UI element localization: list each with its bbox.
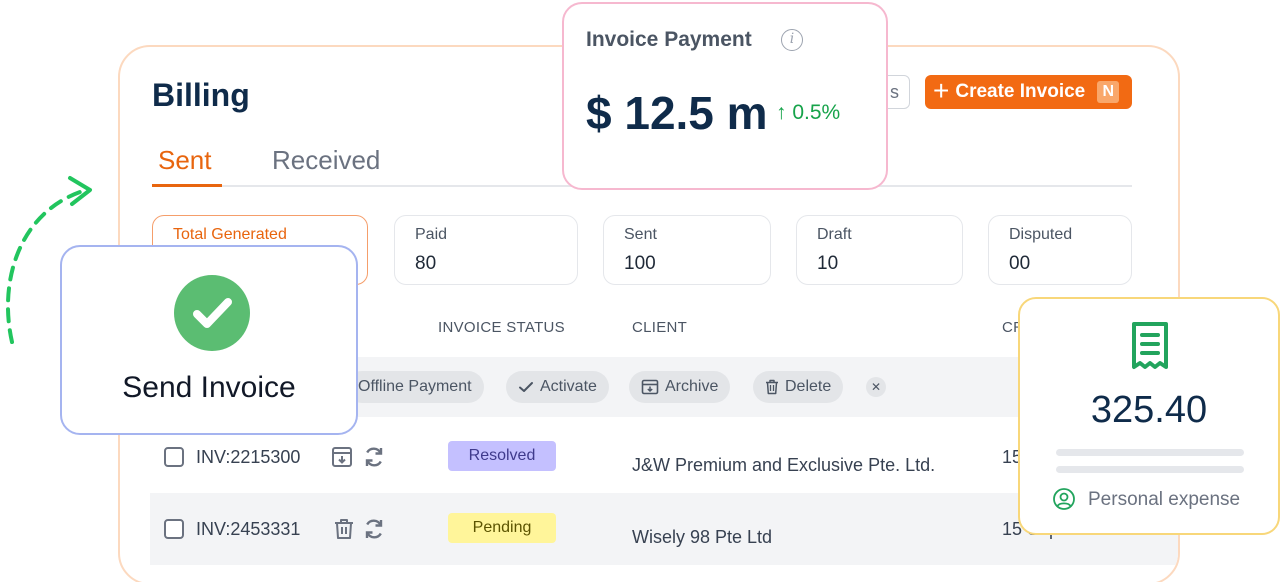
stat-label: Draft [817,226,852,243]
placeholder-line [1056,449,1244,456]
create-invoice-button[interactable]: + Create Invoice N [925,75,1132,109]
refresh-icon[interactable] [362,445,386,469]
payment-amount: $ 12.5 m [586,87,768,139]
chip-label: Activate [540,378,597,395]
stat-value: 00 [1009,253,1031,274]
expense-category-label: Personal expense [1088,489,1241,510]
archive-icon [641,379,659,395]
archive-button[interactable]: Archive [629,371,731,403]
arrow-up-icon: ↑ [776,101,787,124]
payment-trend: ↑ 0.5% [776,101,840,125]
stat-disputed[interactable]: Disputed 00 [988,215,1132,285]
plus-icon: + [933,74,950,106]
check-icon [519,382,533,392]
invoice-id: INV:2215300 [196,447,301,467]
tab-received[interactable]: Received [272,145,380,187]
check-circle-icon [174,275,250,351]
invoice-id: INV:2453331 [196,519,301,539]
chip-label: Offline Payment [358,378,472,395]
row-checkbox[interactable] [164,447,184,467]
stat-value: 10 [817,253,839,274]
stat-label: Paid [415,226,448,243]
payment-card-title: Invoice Payment [586,28,752,51]
expense-card: 325.40 Personal expense [1018,297,1280,535]
stat-value: 80 [415,253,437,274]
shortcut-key-badge: N [1097,81,1120,103]
client-name: J&W Premium and Exclusive Pte. Ltd. [632,455,936,475]
user-circle-icon [1053,488,1075,510]
expense-amount: 325.40 [1090,389,1208,431]
trend-value: 0.5% [792,101,841,124]
chip-label: Delete [785,378,832,395]
archive-icon[interactable] [330,445,354,469]
column-header-client[interactable]: CLIENT [632,319,687,336]
send-invoice-label: Send Invoice [122,371,296,404]
receipt-icon [1132,322,1168,369]
info-icon[interactable]: i [781,29,803,51]
stat-value: 100 [624,253,656,274]
invoice-payment-card: Invoice Payment i $ 12.5 m ↑ 0.5% [562,2,888,190]
row-checkbox[interactable] [164,519,184,539]
clear-selection-button[interactable]: ✕ [866,377,886,397]
tab-sent[interactable]: Sent [152,145,222,187]
stat-paid[interactable]: Paid 80 [394,215,578,285]
chip-label: Archive [665,378,719,395]
send-invoice-card[interactable]: Send Invoice [60,245,358,435]
page-title: Billing [152,77,250,113]
status-badge: Resolved [448,441,556,471]
placeholder-line [1056,466,1244,473]
client-name: Wisely 98 Pte Ltd [632,527,773,547]
stat-label: Sent [624,226,657,243]
column-header-invoice-status[interactable]: INVOICE STATUS [438,319,565,336]
status-badge: Pending [448,513,556,543]
refresh-icon[interactable] [362,517,386,541]
trash-icon[interactable] [332,517,356,541]
trash-icon [766,379,778,395]
stat-label: Total Generated [173,226,287,243]
stat-sent[interactable]: Sent 100 [603,215,771,285]
delete-button[interactable]: Delete [753,371,844,403]
create-invoice-label: Create Invoice [955,81,1086,102]
stat-draft[interactable]: Draft 10 [796,215,963,285]
activate-button[interactable]: Activate [506,371,609,403]
stat-label: Disputed [1009,226,1073,243]
offline-payment-button[interactable]: Offline Payment [346,371,484,403]
